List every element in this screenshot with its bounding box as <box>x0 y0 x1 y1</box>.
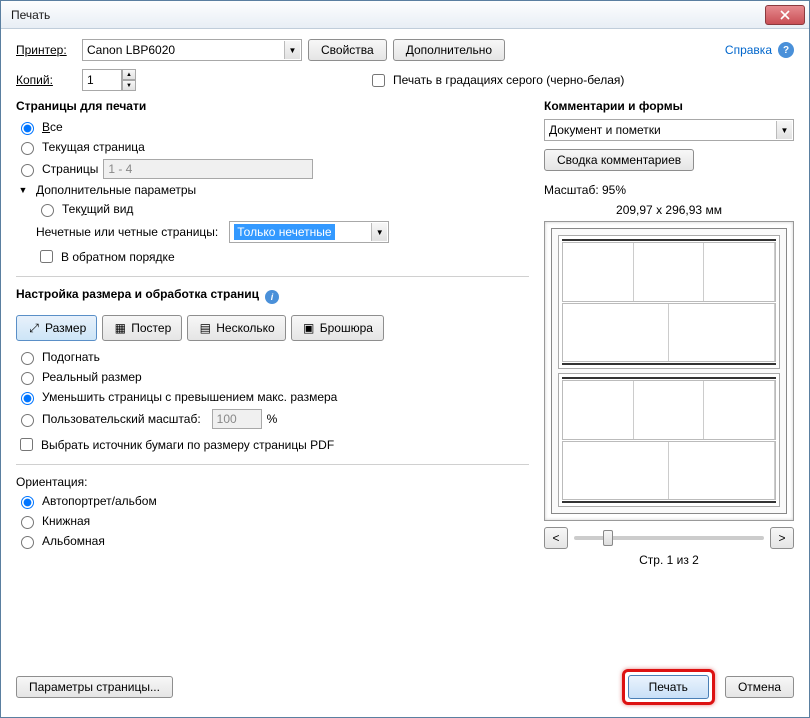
page-setup-button[interactable]: Параметры страницы... <box>16 676 173 698</box>
close-icon <box>780 10 790 20</box>
next-page-button[interactable]: > <box>770 527 794 549</box>
portrait-label: Книжная <box>42 514 90 528</box>
landscape-radio[interactable] <box>21 536 34 549</box>
chevron-down-icon: ▼ <box>371 223 387 241</box>
booklet-icon: ▣ <box>302 321 316 335</box>
pages-range-input[interactable] <box>103 159 313 179</box>
titlebar: Печать <box>1 1 809 29</box>
pages-all-label: Все <box>42 120 63 134</box>
print-highlight: Печать <box>622 669 715 705</box>
pages-all-radio[interactable] <box>21 122 34 135</box>
choose-source-checkbox[interactable] <box>20 438 33 451</box>
current-view-label: Текущий вид <box>62 202 133 216</box>
help-link[interactable]: Справка <box>725 43 772 57</box>
copies-spinner[interactable]: ▲ ▼ <box>82 69 136 91</box>
booklet-tab[interactable]: ▣Брошюра <box>291 315 384 341</box>
auto-orient-radio[interactable] <box>21 496 34 509</box>
printer-value: Canon LBP6020 <box>87 43 175 57</box>
size-tab[interactable]: ⤢Размер <box>16 315 97 341</box>
help-icon[interactable]: ? <box>778 42 794 58</box>
comments-value: Документ и пометки <box>549 123 661 137</box>
fit-radio[interactable] <box>21 352 34 365</box>
poster-tab[interactable]: ▦Постер <box>102 315 182 341</box>
pages-range-label: Страницы <box>42 162 98 176</box>
shrink-label: Уменьшить страницы с превышением макс. р… <box>42 390 337 404</box>
dimensions-label: 209,97 x 296,93 мм <box>544 203 794 217</box>
zoom-slider[interactable] <box>574 536 764 540</box>
auto-orient-label: Автопортрет/альбом <box>42 494 157 508</box>
printer-combo[interactable]: Canon LBP6020 ▼ <box>82 39 302 61</box>
reverse-checkbox[interactable] <box>40 250 53 263</box>
odd-even-label: Нечетные или четные страницы: <box>36 225 218 239</box>
extra-params-label[interactable]: Дополнительные параметры <box>36 183 196 197</box>
window-title: Печать <box>11 8 765 22</box>
actual-label: Реальный размер <box>42 370 142 384</box>
current-view-radio[interactable] <box>41 204 54 217</box>
poster-icon: ▦ <box>113 321 127 335</box>
multiple-tab[interactable]: ▤Несколько <box>187 315 285 341</box>
percent-label: % <box>267 412 278 426</box>
size-icon: ⤢ <box>27 321 41 335</box>
slider-thumb[interactable] <box>603 530 613 546</box>
chevron-down-icon: ▼ <box>284 41 300 59</box>
pages-range-radio[interactable] <box>21 164 34 177</box>
fit-label: Подогнать <box>42 350 100 364</box>
grayscale-checkbox[interactable] <box>372 74 385 87</box>
multiple-icon: ▤ <box>198 321 212 335</box>
copies-label: Копий: <box>16 73 76 87</box>
comments-title: Комментарии и формы <box>544 99 794 113</box>
print-preview <box>544 221 794 521</box>
copies-input[interactable] <box>82 69 122 91</box>
grayscale-label: Печать в градациях серого (черно-белая) <box>393 73 624 87</box>
custom-radio[interactable] <box>21 414 34 427</box>
info-icon[interactable]: i <box>265 290 279 304</box>
page-info: Стр. 1 из 2 <box>544 553 794 567</box>
printer-label: Принтер: <box>16 43 76 57</box>
print-button[interactable]: Печать <box>628 675 709 699</box>
shrink-radio[interactable] <box>21 392 34 405</box>
cancel-button[interactable]: Отмена <box>725 676 794 698</box>
tree-toggle-icon[interactable]: ▼ <box>18 185 28 195</box>
pages-section-title: Страницы для печати <box>16 99 529 113</box>
advanced-button[interactable]: Дополнительно <box>393 39 505 61</box>
summarize-button[interactable]: Сводка комментариев <box>544 149 694 171</box>
comments-combo[interactable]: Документ и пометки ▼ <box>544 119 794 141</box>
pages-current-label: Текущая страница <box>42 140 145 154</box>
custom-label: Пользовательский масштаб: <box>42 412 201 426</box>
orientation-title: Ориентация: <box>16 475 529 489</box>
chevron-down-icon: ▼ <box>776 121 792 139</box>
properties-button[interactable]: Свойства <box>308 39 387 61</box>
close-button[interactable] <box>765 5 805 25</box>
spinner-down-icon[interactable]: ▼ <box>122 80 136 91</box>
choose-source-label: Выбрать источник бумаги по размеру стран… <box>41 438 334 452</box>
odd-even-value: Только нечетные <box>234 224 334 240</box>
spinner-up-icon[interactable]: ▲ <box>122 69 136 80</box>
actual-radio[interactable] <box>21 372 34 385</box>
portrait-radio[interactable] <box>21 516 34 529</box>
odd-even-combo[interactable]: Только нечетные ▼ <box>229 221 389 243</box>
pages-current-radio[interactable] <box>21 142 34 155</box>
prev-page-button[interactable]: < <box>544 527 568 549</box>
landscape-label: Альбомная <box>42 534 105 548</box>
scale-label: Масштаб: 95% <box>544 183 794 197</box>
custom-scale-input[interactable] <box>212 409 262 429</box>
sizing-title: Настройка размера и обработка страниц <box>16 287 259 301</box>
reverse-label: В обратном порядке <box>61 250 175 264</box>
